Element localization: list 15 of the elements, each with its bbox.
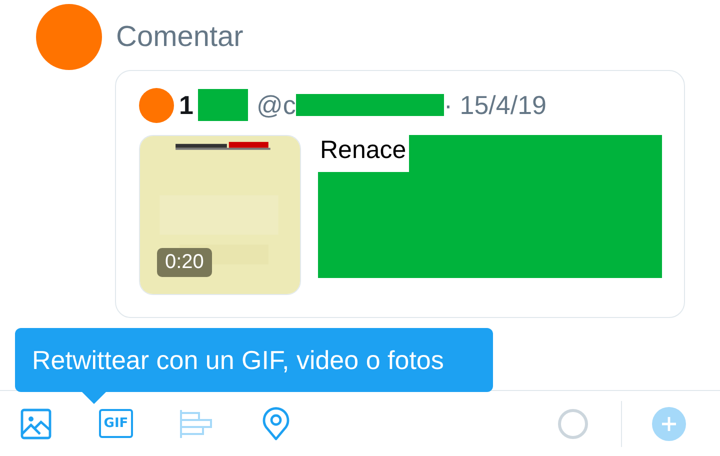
image-icon (20, 408, 52, 440)
comment-field[interactable]: Comentar (116, 20, 516, 54)
avatar (139, 88, 174, 122)
character-counter-icon (557, 408, 589, 440)
redaction-block (198, 89, 248, 121)
plus-icon (661, 416, 677, 432)
location-icon (262, 406, 290, 440)
tooltip-pointer (82, 392, 106, 404)
poll-icon (179, 408, 213, 438)
author-name: 1 (179, 90, 194, 120)
video-duration: 0:20 (157, 248, 212, 277)
quoted-tweet-card[interactable]: 1 @c · 15/4/19 0:20 Renace (115, 70, 685, 318)
tweet-date: · 15/4/19 (444, 90, 547, 120)
author-handle: @c (256, 90, 296, 120)
tooltip: Retwittear con un GIF, video o fotos (15, 328, 493, 392)
